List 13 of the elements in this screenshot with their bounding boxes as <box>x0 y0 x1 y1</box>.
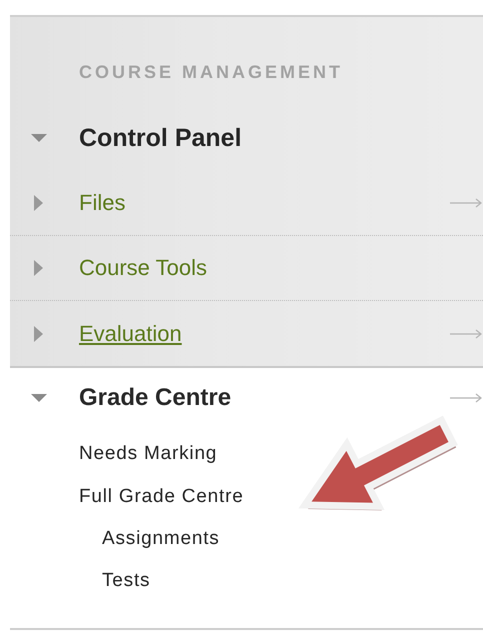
section-heading: COURSE MANAGEMENT <box>78 61 344 83</box>
right-arrow-icon[interactable] <box>450 393 483 403</box>
menu-link[interactable]: Evaluation <box>79 320 182 346</box>
menu-link[interactable]: Files <box>79 190 126 216</box>
submenu-link[interactable]: Tests <box>102 570 150 592</box>
right-arrow-icon[interactable] <box>450 328 483 338</box>
submenu-link[interactable]: Assignments <box>102 528 220 550</box>
menu-link[interactable]: Full Grade Centre <box>79 486 244 508</box>
section-title[interactable]: Grade Centre <box>79 384 232 412</box>
menu-link[interactable]: Course Tools <box>79 255 207 281</box>
menu-link[interactable]: Needs Marking <box>79 442 218 464</box>
panel-title[interactable]: Control Panel <box>79 124 242 152</box>
right-arrow-icon[interactable] <box>450 198 483 208</box>
